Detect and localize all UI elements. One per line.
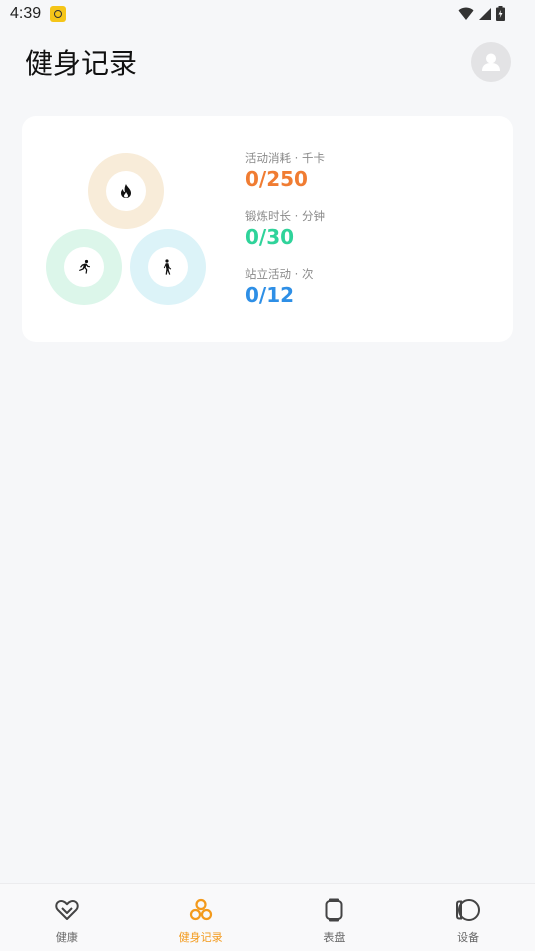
stand-ring bbox=[130, 229, 206, 305]
nav-item-health[interactable]: 健康 bbox=[0, 884, 134, 951]
activity-summary-card[interactable]: 活动消耗 · 千卡 0/250 锻炼时长 · 分钟 0/30 站立活动 · 次 … bbox=[22, 116, 513, 342]
running-icon bbox=[79, 259, 90, 274]
user-icon bbox=[482, 53, 500, 71]
nav-label-device: 设备 bbox=[457, 931, 480, 944]
app-screen: 4:39 健身记录 活动消耗 · 千卡 0/250 锻炼时长 · 分钟 0/30… bbox=[0, 0, 535, 951]
signal-icon bbox=[479, 7, 491, 20]
nav-item-fitness-record[interactable]: 健身记录 bbox=[134, 884, 268, 951]
calories-value: 0/250 bbox=[245, 167, 308, 191]
nav-label-watch-face: 表盘 bbox=[323, 931, 346, 944]
nav-item-device[interactable]: 设备 bbox=[401, 884, 535, 951]
calories-ring-center bbox=[106, 171, 146, 211]
exercise-ring-center bbox=[64, 247, 104, 287]
battery-icon bbox=[496, 6, 505, 21]
stand-label: 站立活动 · 次 bbox=[245, 267, 314, 281]
notification-app-icon bbox=[50, 6, 66, 22]
standing-icon bbox=[163, 259, 172, 275]
nav-label-health: 健康 bbox=[55, 931, 78, 944]
calories-ring bbox=[88, 153, 164, 229]
rings-icon bbox=[188, 897, 214, 923]
heart-icon bbox=[54, 897, 80, 923]
exercise-value: 0/30 bbox=[245, 225, 295, 249]
avatar-button[interactable] bbox=[471, 42, 511, 82]
wifi-icon bbox=[458, 7, 474, 20]
device-icon bbox=[455, 897, 481, 923]
bottom-navigation: 健康 健身记录 表盘 设备 bbox=[0, 883, 535, 951]
nav-item-watch-face[interactable]: 表盘 bbox=[268, 884, 402, 951]
stand-value: 0/12 bbox=[245, 283, 295, 307]
nav-label-fitness-record: 健身记录 bbox=[178, 931, 223, 944]
status-bar: 4:39 bbox=[0, 0, 535, 30]
status-indicators bbox=[458, 6, 505, 21]
status-time: 4:39 bbox=[10, 5, 42, 22]
calories-label: 活动消耗 · 千卡 bbox=[245, 151, 325, 165]
watch-icon bbox=[321, 897, 347, 923]
page-title: 健身记录 bbox=[25, 47, 138, 80]
stand-ring-center bbox=[148, 247, 188, 287]
flame-icon bbox=[121, 184, 131, 198]
exercise-label: 锻炼时长 · 分钟 bbox=[245, 209, 325, 223]
exercise-ring bbox=[46, 229, 122, 305]
